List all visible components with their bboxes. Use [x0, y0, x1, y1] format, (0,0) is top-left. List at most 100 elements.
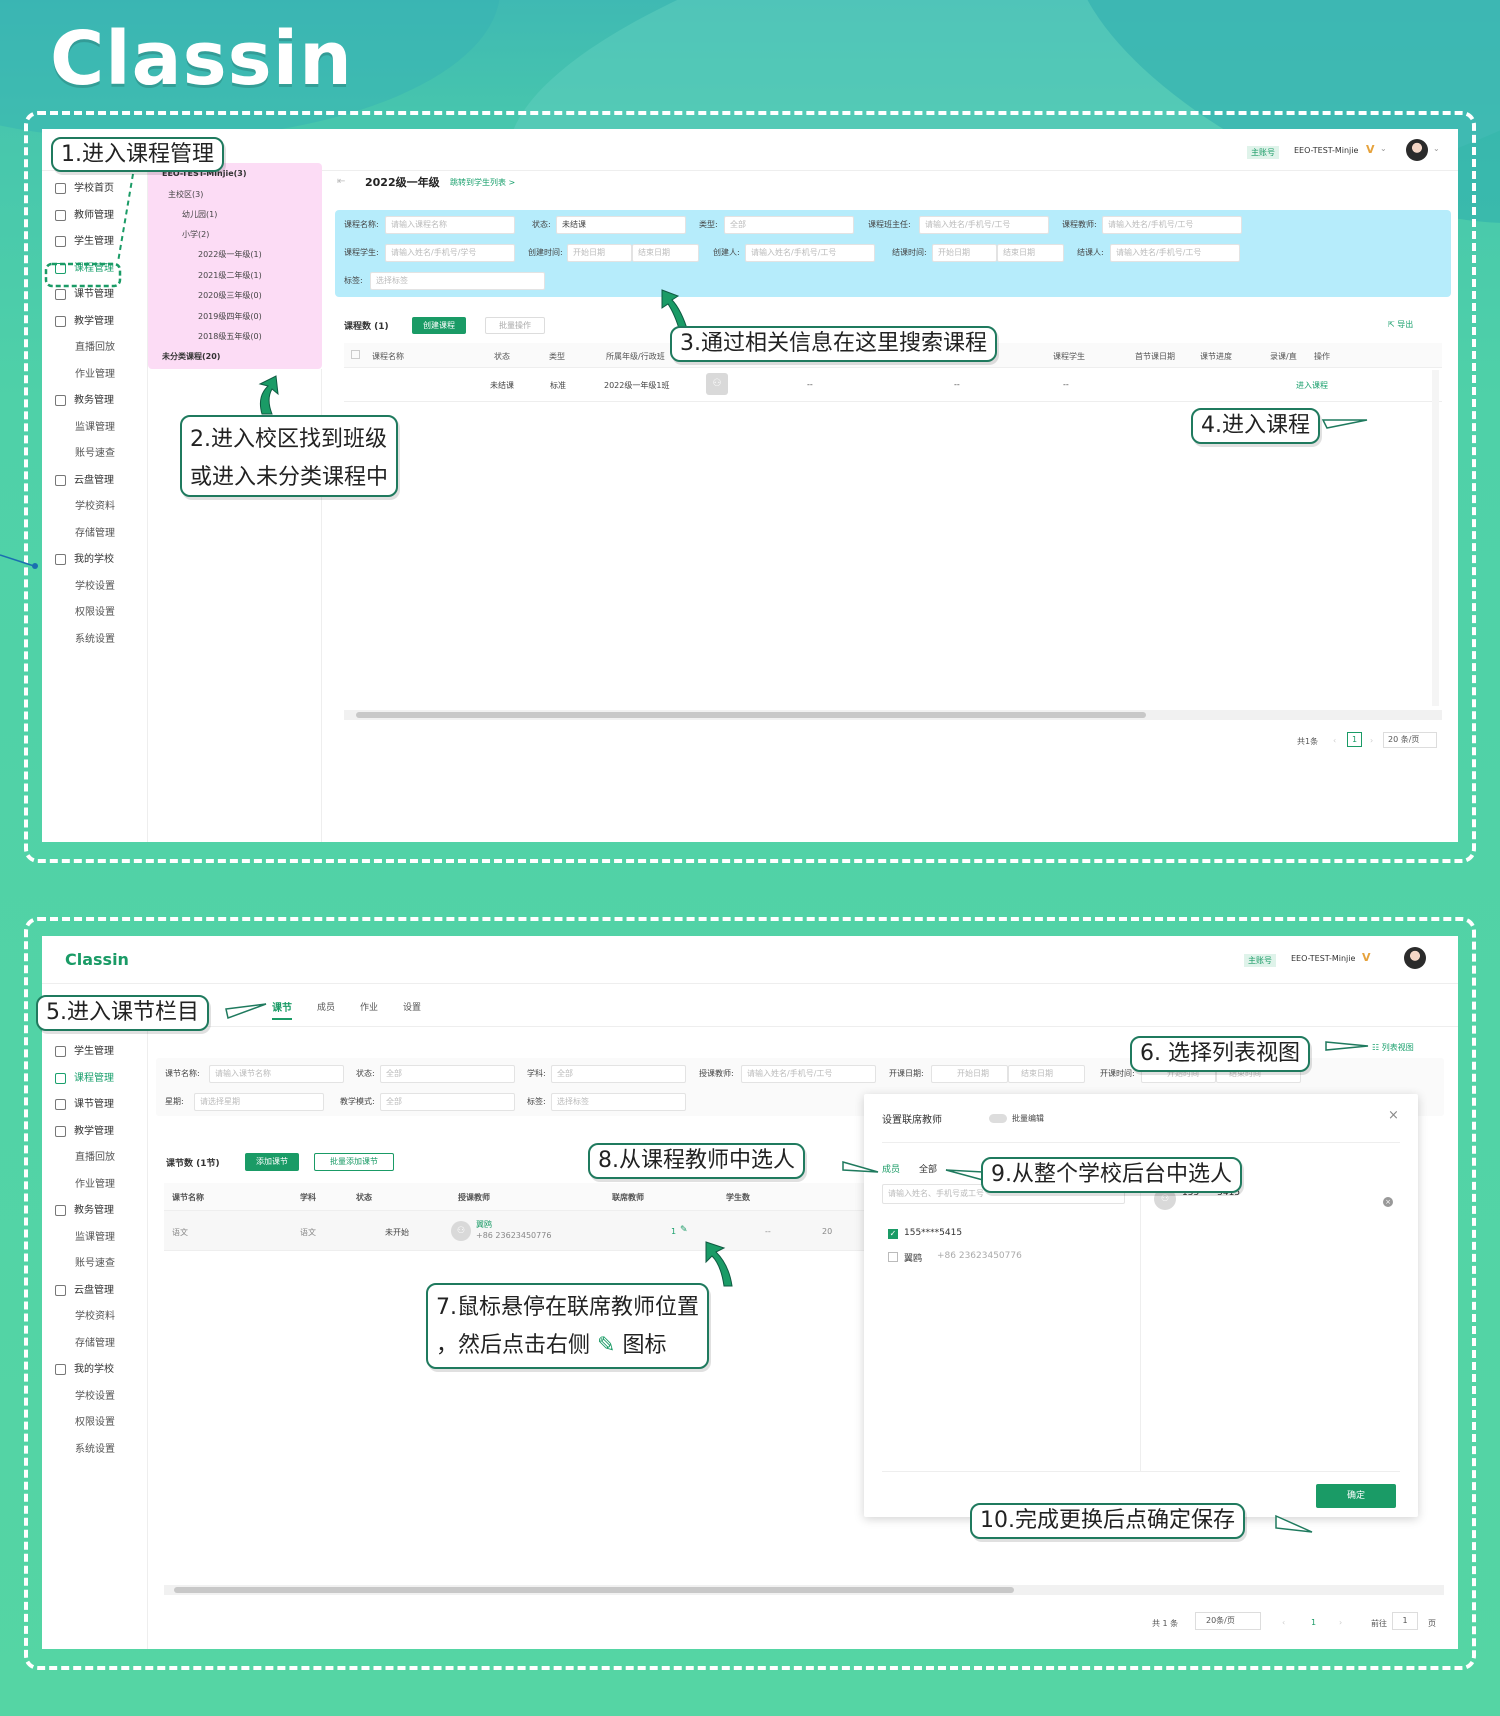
chevron-down-icon[interactable]: ⌄: [1380, 144, 1387, 153]
sidebar-item-permissions[interactable]: 权限设置: [42, 603, 147, 623]
co-teacher-count[interactable]: 1: [671, 1227, 676, 1236]
start-date-from[interactable]: 开始日期: [931, 1065, 1008, 1083]
sidebar-item-lookup[interactable]: 账号速查: [42, 444, 147, 464]
avatar[interactable]: [1404, 947, 1426, 969]
tree-grade-2[interactable]: 2021级二年级(1): [198, 270, 262, 281]
ended-start-date[interactable]: 开始日期: [932, 244, 997, 262]
page-size-select[interactable]: 20 条/页: [1383, 732, 1437, 748]
sidebar-item-permissions[interactable]: 权限设置: [42, 1413, 147, 1433]
create-course-button[interactable]: 创建课程: [412, 317, 466, 334]
page-size-select[interactable]: 20条/页: [1195, 1612, 1261, 1630]
jump-to-students-link[interactable]: 跳转到学生列表 >: [450, 177, 515, 188]
chevron-down-icon[interactable]: ⌄: [1433, 144, 1440, 153]
sidebar-item-lessons[interactable]: 课节管理: [42, 1095, 147, 1115]
sidebar-item-monitor[interactable]: 监课管理: [42, 1228, 147, 1248]
tree-grade-4[interactable]: 2019级四年级(0): [198, 311, 262, 322]
tree-grade-3[interactable]: 2020级三年级(0): [198, 290, 262, 301]
horizontal-scrollbar[interactable]: [164, 1585, 1444, 1595]
enter-course-link[interactable]: 进入课程: [1296, 380, 1328, 391]
current-page[interactable]: 1: [1347, 732, 1362, 747]
sidebar-item-replay[interactable]: 直播回放: [42, 338, 147, 358]
batch-add-lesson-button[interactable]: 批量添加课节: [314, 1153, 394, 1171]
sidebar-item-courses[interactable]: 课程管理: [42, 259, 147, 279]
subject-select[interactable]: 全部: [551, 1065, 686, 1083]
tab-settings[interactable]: 设置: [403, 1000, 421, 1013]
creator-input[interactable]: 请输入姓名/手机号/工号: [745, 244, 875, 262]
add-lesson-button[interactable]: 添加课节: [245, 1153, 299, 1171]
vertical-scrollbar[interactable]: [1432, 370, 1439, 706]
sidebar-item-materials[interactable]: 学校资料: [42, 497, 147, 517]
tab-homework[interactable]: 作业: [360, 1000, 378, 1013]
sidebar-item-teaching[interactable]: 教学管理: [42, 1122, 147, 1142]
sidebar-item-academic[interactable]: 教务管理: [42, 391, 147, 411]
head-teacher-input[interactable]: 请输入姓名/手机号/工号: [919, 216, 1049, 234]
status-select[interactable]: 全部: [380, 1065, 515, 1083]
course-name-input[interactable]: 请输入课程名称: [385, 216, 515, 234]
ended-end-date[interactable]: 结束日期: [997, 244, 1064, 262]
option-checkbox-checked[interactable]: ✓: [888, 1229, 898, 1239]
start-date-to[interactable]: 结束日期: [1008, 1065, 1085, 1083]
option-name[interactable]: 翼鸥: [904, 1251, 922, 1264]
tree-kindergarten[interactable]: 幼儿园(1): [182, 209, 217, 220]
created-end-date[interactable]: 结束日期: [632, 244, 699, 262]
scrollbar-thumb[interactable]: [174, 1587, 1014, 1593]
ender-input[interactable]: 请输入姓名/手机号/工号: [1110, 244, 1240, 262]
option-checkbox[interactable]: [888, 1252, 898, 1262]
sidebar-item-students[interactable]: 学生管理: [42, 1042, 147, 1062]
sidebar-item-lessons[interactable]: 课节管理: [42, 285, 147, 305]
tab-members[interactable]: 成员: [317, 1000, 335, 1013]
current-page[interactable]: 1: [1311, 1618, 1316, 1627]
prev-page-icon[interactable]: ‹: [1282, 1618, 1285, 1627]
sidebar-item-replay[interactable]: 直播回放: [42, 1148, 147, 1168]
sidebar-item-system[interactable]: 系统设置: [42, 630, 147, 650]
teacher-input[interactable]: 请输入姓名/手机号/工号: [1102, 216, 1242, 234]
created-start-date[interactable]: 开始日期: [567, 244, 632, 262]
sidebar-item-homework[interactable]: 作业管理: [42, 1175, 147, 1195]
horizontal-scrollbar[interactable]: [344, 710, 1442, 720]
tree-campus[interactable]: 主校区(3): [168, 189, 203, 200]
close-icon[interactable]: ×: [1388, 1108, 1399, 1123]
account-name[interactable]: EEO-TEST-Minjie: [1294, 146, 1358, 155]
select-all-checkbox[interactable]: [351, 350, 360, 359]
account-name[interactable]: EEO-TEST-Minjie: [1291, 954, 1355, 963]
sidebar-item-myschool[interactable]: 我的学校: [42, 550, 147, 570]
goto-page-input[interactable]: 1: [1392, 1612, 1418, 1630]
tree-primary[interactable]: 小学(2): [182, 229, 209, 240]
status-select[interactable]: 未结课: [556, 216, 686, 234]
tree-grade-5[interactable]: 2018级五年级(0): [198, 331, 262, 342]
next-page-icon[interactable]: ›: [1339, 1618, 1342, 1627]
sidebar-item-home[interactable]: 学校首页: [42, 179, 147, 199]
sidebar-item-courses[interactable]: 课程管理: [42, 1069, 147, 1089]
sidebar-item-monitor[interactable]: 监课管理: [42, 418, 147, 438]
sidebar-item-storage[interactable]: 存储管理: [42, 1334, 147, 1354]
sidebar-item-drive[interactable]: 云盘管理: [42, 1281, 147, 1301]
list-view-toggle[interactable]: ☷ 列表视图: [1372, 1042, 1414, 1053]
confirm-button[interactable]: 确定: [1316, 1484, 1396, 1508]
batch-edit-toggle[interactable]: [989, 1114, 1007, 1123]
option-name[interactable]: 155****5415: [904, 1228, 962, 1238]
tag-select[interactable]: 选择标签: [551, 1093, 686, 1111]
sidebar-item-homework[interactable]: 作业管理: [42, 365, 147, 385]
tree-uncategorized[interactable]: 未分类课程(20): [162, 351, 220, 362]
sidebar-item-myschool[interactable]: 我的学校: [42, 1360, 147, 1380]
remove-icon[interactable]: ×: [1383, 1197, 1393, 1207]
batch-operation-button[interactable]: 批量操作: [485, 317, 545, 334]
sidebar-item-materials[interactable]: 学校资料: [42, 1307, 147, 1327]
type-select[interactable]: 全部: [724, 216, 854, 234]
student-input[interactable]: 请输入姓名/手机号/学号: [385, 244, 515, 262]
tab-lessons[interactable]: 课节: [272, 999, 292, 1020]
sidebar-item-lookup[interactable]: 账号速查: [42, 1254, 147, 1274]
avatar[interactable]: [1406, 139, 1428, 161]
sidebar-item-schoolsettings[interactable]: 学校设置: [42, 1387, 147, 1407]
scrollbar-thumb[interactable]: [356, 712, 1146, 718]
teacher-input[interactable]: 请输入姓名/手机号/工号: [741, 1065, 876, 1083]
prev-page-icon[interactable]: ‹: [1333, 736, 1336, 745]
sidebar-item-teaching[interactable]: 教学管理: [42, 312, 147, 332]
sidebar-item-students[interactable]: 学生管理: [42, 232, 147, 252]
edit-icon[interactable]: ✎: [680, 1225, 688, 1235]
sidebar-item-teachers[interactable]: 教师管理: [42, 206, 147, 226]
sidebar-item-drive[interactable]: 云盘管理: [42, 471, 147, 491]
next-page-icon[interactable]: ›: [1370, 736, 1373, 745]
sidebar-item-academic[interactable]: 教务管理: [42, 1201, 147, 1221]
lesson-name-input[interactable]: 请输入课节名称: [209, 1065, 344, 1083]
